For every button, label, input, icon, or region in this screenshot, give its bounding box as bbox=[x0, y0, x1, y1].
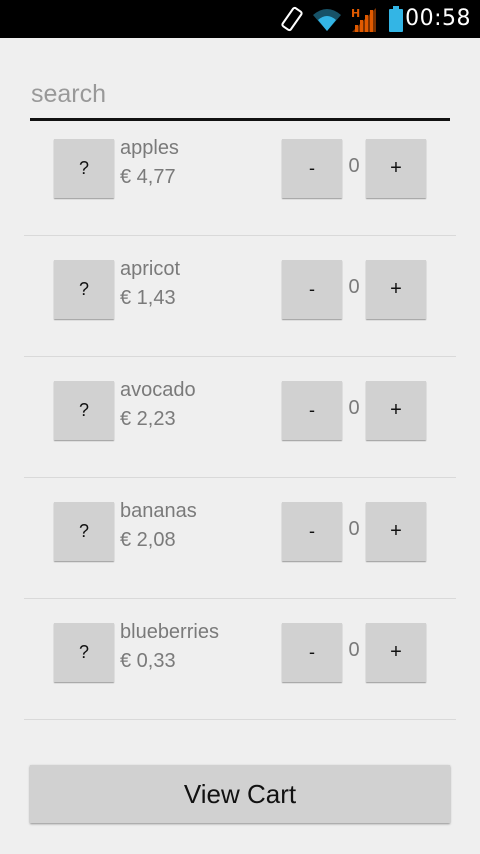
quantity-value: 0 bbox=[348, 276, 360, 298]
decrease-button[interactable]: - bbox=[282, 381, 342, 440]
decrease-button[interactable]: - bbox=[282, 260, 342, 319]
info-button[interactable]: ? bbox=[54, 139, 114, 198]
decrease-button[interactable]: - bbox=[282, 139, 342, 198]
info-button[interactable]: ? bbox=[54, 623, 114, 682]
clock: 00:58 bbox=[405, 6, 471, 31]
product-price: € 4,77 bbox=[120, 166, 176, 188]
increase-button[interactable]: + bbox=[366, 502, 426, 561]
network-type-label: H bbox=[351, 7, 360, 20]
search-field[interactable] bbox=[30, 64, 450, 121]
product-name: bananas bbox=[120, 500, 197, 522]
search-input[interactable] bbox=[30, 64, 450, 118]
list-item: ? avocado € 2,23 - 0 + bbox=[24, 357, 456, 478]
list-item: ? apricot € 1,43 - 0 + bbox=[24, 236, 456, 357]
quantity-value: 0 bbox=[348, 639, 360, 661]
battery-icon bbox=[389, 6, 403, 32]
decrease-button[interactable]: - bbox=[282, 623, 342, 682]
list-item: ? apples € 4,77 - 0 + bbox=[24, 115, 456, 236]
product-price: € 1,43 bbox=[120, 287, 176, 309]
screen-rotation-icon bbox=[281, 6, 303, 32]
info-button[interactable]: ? bbox=[54, 260, 114, 319]
info-button[interactable]: ? bbox=[54, 502, 114, 561]
info-button[interactable]: ? bbox=[54, 381, 114, 440]
list-item: ? bananas € 2,08 - 0 + bbox=[24, 478, 456, 599]
product-name: apricot bbox=[120, 258, 181, 280]
cellular-signal-icon: H bbox=[351, 7, 376, 32]
quantity-value: 0 bbox=[348, 397, 360, 419]
product-price: € 2,08 bbox=[120, 529, 176, 551]
increase-button[interactable]: + bbox=[366, 381, 426, 440]
increase-button[interactable]: + bbox=[366, 139, 426, 198]
quantity-value: 0 bbox=[348, 518, 360, 540]
increase-button[interactable]: + bbox=[366, 623, 426, 682]
increase-button[interactable]: + bbox=[366, 260, 426, 319]
product-name: avocado bbox=[120, 379, 196, 401]
product-name: apples bbox=[120, 137, 179, 159]
decrease-button[interactable]: - bbox=[282, 502, 342, 561]
view-cart-button[interactable]: View Cart bbox=[30, 765, 450, 823]
status-bar: H 00:58 bbox=[0, 0, 480, 38]
list-item: ? blueberries € 0,33 - 0 + bbox=[24, 599, 456, 720]
wifi-icon bbox=[313, 9, 341, 31]
product-name: blueberries bbox=[120, 621, 219, 643]
product-price: € 0,33 bbox=[120, 650, 176, 672]
quantity-value: 0 bbox=[348, 155, 360, 177]
product-price: € 2,23 bbox=[120, 408, 176, 430]
